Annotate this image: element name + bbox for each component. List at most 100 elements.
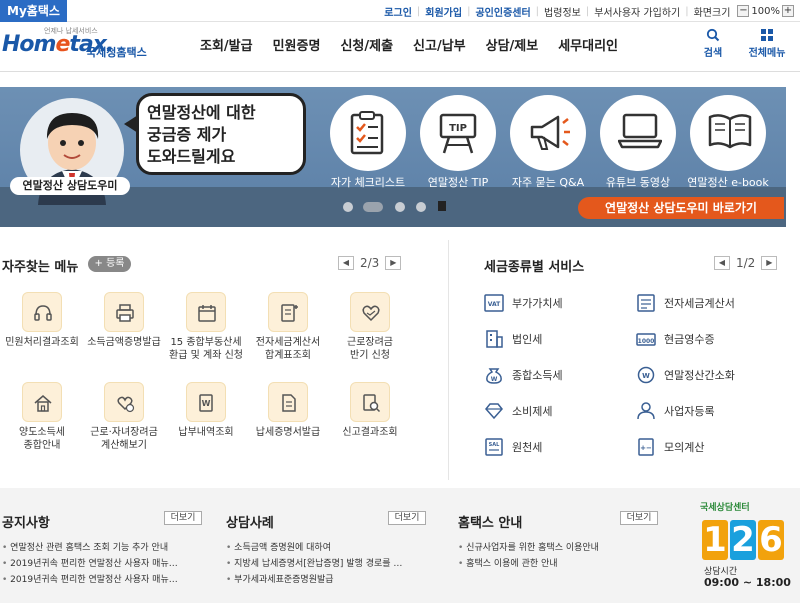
main-header: 언제나 납세서비스 Hometax. 국세청홈택스 조회/발급 민원증명 신청/… xyxy=(0,22,800,72)
svg-text:W: W xyxy=(642,372,650,380)
fav-tax-payment-cert[interactable]: 납세증명서발급 xyxy=(248,382,328,439)
guide-item[interactable]: 신규사업자를 위한 홈택스 이용안내 xyxy=(458,540,658,556)
login-link[interactable]: 로그인 xyxy=(379,4,417,19)
banner-item-ebook[interactable] xyxy=(690,95,766,171)
tax-item-consumption[interactable]: 소비제세 xyxy=(484,402,552,420)
slider-dot-4[interactable] xyxy=(416,202,426,212)
my-hometax-button[interactable]: My홈택스 xyxy=(0,0,67,22)
call-digit: 1 xyxy=(702,520,728,560)
svg-text:SAL: SAL xyxy=(489,442,500,448)
tax-services-prev-button[interactable]: ◀ xyxy=(714,256,730,270)
signup-link[interactable]: 회원가입 xyxy=(420,4,467,19)
notice-item[interactable]: 2019년귀속 편리한 연말정산 사용자 매뉴… xyxy=(2,572,202,588)
heart-hand-icon xyxy=(362,305,380,322)
notice-more-button[interactable]: 더보기 xyxy=(164,511,202,525)
vat-icon: VAT xyxy=(484,294,504,312)
tax-item-year-end-simplified[interactable]: W 연말정산간소화 xyxy=(636,366,735,384)
nav-consult-report[interactable]: 상담/제보 xyxy=(476,22,549,72)
banner-item-checklist[interactable] xyxy=(330,95,406,171)
bubble-line-2: 궁금증 제가 xyxy=(147,125,227,144)
search-icon xyxy=(706,28,720,42)
e-invoice-icon xyxy=(637,294,655,312)
consult-case-item[interactable]: 부가세과세표준증명원발급 xyxy=(226,572,426,588)
fav-income-cert[interactable]: 소득금액증명발급 xyxy=(84,292,164,349)
notice-title: 공지사항 xyxy=(2,516,50,531)
banner-item-tip[interactable]: TIP xyxy=(420,95,496,171)
slider-pause-button[interactable] xyxy=(438,201,446,211)
won-chat-icon: W xyxy=(637,366,655,384)
printer-icon xyxy=(116,304,134,322)
tax-item-withholding[interactable]: SAL 원천세 xyxy=(484,438,542,456)
notice-list: 연말정산 관련 홈택스 조회 기능 추가 안내 2019년귀속 편리한 연말정산… xyxy=(2,540,202,588)
nav-lookup-issue[interactable]: 조회/발급 xyxy=(190,22,263,72)
section-divider xyxy=(448,240,449,480)
consult-case-item[interactable]: 소득금액 증명원에 대하여 xyxy=(226,540,426,556)
main-nav: 조회/발급 민원증명 신청/제출 신고/납부 상담/제보 세무대리인 xyxy=(190,22,628,72)
banner-caption-tip: 연말정산 TIP xyxy=(427,176,489,189)
bubble-line-3: 도와드릴게요 xyxy=(147,147,236,166)
all-menu-button[interactable]: 전체메뉴 xyxy=(744,28,790,59)
nav-tax-agent[interactable]: 세무대리인 xyxy=(548,22,628,72)
slider-dot-2-active[interactable] xyxy=(363,202,383,212)
tax-services-title: 세금종류별 서비스 xyxy=(484,260,585,275)
banner-item-qna[interactable] xyxy=(510,95,586,171)
fav-filing-result[interactable]: 신고결과조회 xyxy=(330,382,410,439)
laptop-icon xyxy=(618,113,662,149)
tax-services-page-indicator: 1/2 xyxy=(736,256,756,270)
nav-civil-certificate[interactable]: 민원증명 xyxy=(263,22,331,72)
svg-text:1000: 1000 xyxy=(638,338,655,345)
slider-dot-1[interactable] xyxy=(343,202,353,212)
fav-e-invoice-summary[interactable]: 전자세금계산서 합계표조회 xyxy=(248,292,328,362)
notice-item[interactable]: 2019년귀속 편리한 연말정산 사용자 매뉴… xyxy=(2,556,202,572)
svg-text:W: W xyxy=(202,399,211,408)
search-button[interactable]: 검색 xyxy=(700,28,726,59)
law-info-link[interactable]: 법령정보 xyxy=(539,4,586,19)
guide-item[interactable]: 홈택스 이용에 관한 안내 xyxy=(458,556,658,572)
consult-cases-title: 상담사례 xyxy=(226,516,274,531)
year-end-tax-banner: 연말정산 상담도우미 연말정산에 대한 궁금증 제가 도와드릴게요 자가 체크리… xyxy=(0,87,786,227)
tax-item-vat[interactable]: VAT 부가가치세 xyxy=(484,294,563,312)
fav-payment-history[interactable]: W 납부내역조회 xyxy=(166,382,246,439)
fav-work-incentive[interactable]: 근로장려금 반기 신청 xyxy=(330,292,410,362)
nav-apply-submit[interactable]: 신청/제출 xyxy=(330,22,403,72)
zoom-level: 100% xyxy=(751,5,780,17)
fav-child-incentive-calc[interactable]: 근로·자녀장려금 계산해보기 xyxy=(84,382,164,452)
building-icon xyxy=(486,330,503,348)
cert-center-link[interactable]: 공인인증센터 xyxy=(470,4,535,19)
fav-civil-result[interactable]: 민원처리결과조회 xyxy=(2,292,82,349)
banner-item-youtube[interactable] xyxy=(600,95,676,171)
consult-cases-more-button[interactable]: 더보기 xyxy=(388,511,426,525)
screen-size-label: 화면크기 xyxy=(693,7,731,19)
tax-item-global-income[interactable]: W 종합소득세 xyxy=(484,366,563,384)
hometax-guide-more-button[interactable]: 더보기 xyxy=(620,511,658,525)
call-center-hours: 09:00 ~ 18:00 xyxy=(704,576,791,589)
nav-report-pay[interactable]: 신고/납부 xyxy=(403,22,476,72)
zoom-in-button[interactable]: + xyxy=(782,5,794,17)
hometax-logo[interactable]: 언제나 납세서비스 Hometax. 국세청홈택스 xyxy=(2,26,152,66)
tax-services-next-button[interactable]: ▶ xyxy=(761,256,778,270)
notice-item[interactable]: 연말정산 관련 홈택스 조회 기능 추가 안내 xyxy=(2,540,202,556)
house-icon xyxy=(34,395,52,412)
svg-text:+−: +− xyxy=(640,444,652,452)
favorites-title: 자주찾는 메뉴 xyxy=(2,260,79,275)
favorites-next-button[interactable]: ▶ xyxy=(385,256,402,270)
tax-item-corporate[interactable]: 법인세 xyxy=(484,330,542,348)
zoom-out-button[interactable]: − xyxy=(737,5,750,17)
dept-user-signup-link[interactable]: 부서사용자 가입하기 xyxy=(589,4,685,19)
diamond-icon xyxy=(485,403,503,420)
svg-text:TIP: TIP xyxy=(449,123,467,134)
fav-property-tax-refund[interactable]: 15 종합부동산세 환급 및 계좌 신청 xyxy=(166,292,246,362)
consult-case-item[interactable]: 지방세 납세증명서[완납증명] 발행 경로를 … xyxy=(226,556,426,572)
svg-text:W: W xyxy=(491,376,498,383)
tax-item-cash-receipt[interactable]: 1000 현금영수증 xyxy=(636,330,715,348)
favorites-prev-button[interactable]: ◀ xyxy=(338,256,354,270)
doc-search-icon xyxy=(363,394,381,413)
fav-transfer-income-tax[interactable]: 양도소득세 종합안내 xyxy=(2,382,82,452)
tax-item-business-registration[interactable]: 사업자등록 xyxy=(636,402,715,420)
favorites-add-button[interactable]: + 등록 xyxy=(88,256,131,272)
tip-board-icon: TIP xyxy=(439,113,477,154)
banner-cta-button[interactable]: 연말정산 상담도우미 바로가기 xyxy=(578,197,784,219)
tax-item-e-invoice[interactable]: 전자세금계산서 xyxy=(636,294,735,312)
slider-dot-3[interactable] xyxy=(395,202,405,212)
tax-item-mock-calc[interactable]: +− 모의계산 xyxy=(636,438,704,456)
